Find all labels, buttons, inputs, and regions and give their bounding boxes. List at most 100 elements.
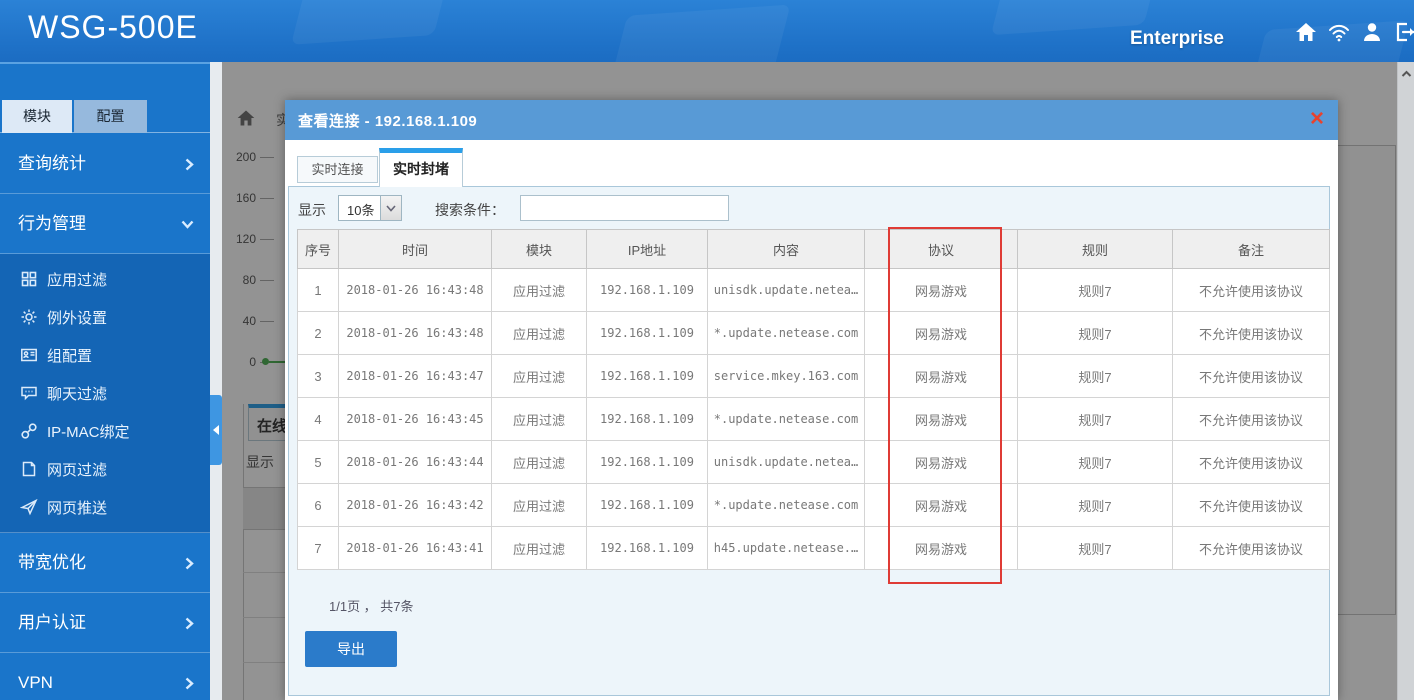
table-cell: 2018-01-26 16:43:48: [339, 312, 492, 355]
sidebar-item-bandwidth[interactable]: 带宽优化: [0, 533, 210, 593]
subitem-label: 组配置: [47, 345, 92, 366]
wsg-500e-app: WSG-500E Enterprise 模块 配置: [0, 0, 1414, 700]
tab-realtime-blocks[interactable]: 实时封堵: [379, 148, 463, 187]
sidebar-item-vpn[interactable]: VPN: [0, 653, 210, 700]
dialog-title: 查看连接 - 192.168.1.109: [298, 110, 477, 131]
table-row: 12018-01-26 16:43:48应用过滤192.168.1.109uni…: [298, 269, 1330, 312]
sidebar-menu: 查询统计 行为管理 应用过滤例外设置组配置聊天过滤 IP-MAC绑定网页过滤网页推…: [0, 134, 210, 700]
table-row: 62018-01-26 16:43:42应用过滤192.168.1.109*.u…: [298, 484, 1330, 527]
table-cell: 2018-01-26 16:43:44: [339, 441, 492, 484]
subitem-label: 应用过滤: [47, 269, 107, 290]
home-icon[interactable]: [1294, 20, 1318, 44]
top-header: WSG-500E Enterprise: [0, 0, 1414, 62]
sidebar-item-query-stats[interactable]: 查询统计: [0, 134, 210, 194]
sidebar-subitem[interactable]: 例外设置: [0, 298, 210, 336]
chat-icon: [20, 384, 38, 402]
gear-icon: [20, 308, 38, 326]
sidebar-item-behavior-mgmt[interactable]: 行为管理: [0, 194, 210, 254]
blocked-connections-table: 序号时间模块IP地址内容协议规则备注 12018-01-26 16:43:48应…: [297, 229, 1330, 570]
table-cell: 网易游戏: [865, 269, 1018, 312]
column-header-序号: 序号: [298, 230, 339, 269]
subitem-label: 网页推送: [47, 497, 107, 518]
keyboard-pattern: [291, 0, 449, 45]
table-cell: 2018-01-26 16:43:42: [339, 484, 492, 527]
sidebar-subitem[interactable]: 应用过滤: [0, 260, 210, 298]
table-row: 42018-01-26 16:43:45应用过滤192.168.1.109*.u…: [298, 398, 1330, 441]
sidebar-subitem[interactable]: 聊天过滤: [0, 374, 210, 412]
subitem-label: 聊天过滤: [47, 383, 107, 404]
close-icon[interactable]: ×: [1310, 105, 1324, 133]
table-cell: 不允许使用该协议: [1173, 398, 1330, 441]
table-cell: 2018-01-26 16:43:48: [339, 269, 492, 312]
table-cell: 应用过滤: [492, 355, 587, 398]
dialog-titlebar[interactable]: 查看连接 - 192.168.1.109 ×: [285, 100, 1338, 140]
column-header-协议: 协议: [865, 230, 1018, 269]
dialog-content-box: 显示 10条 搜索条件： 序号时间模块IP地址内容协议规则备注 12018-01…: [288, 186, 1330, 696]
chevron-right-icon: [185, 134, 194, 194]
search-input[interactable]: [520, 195, 729, 221]
table-cell: 应用过滤: [492, 527, 587, 570]
table-cell: 5: [298, 441, 339, 484]
vertical-scrollbar[interactable]: [1397, 62, 1414, 700]
chevron-left-icon: [213, 425, 219, 435]
edition-label: Enterprise: [1130, 28, 1224, 50]
table-cell: 192.168.1.109: [587, 527, 708, 570]
tab-realtime-connections[interactable]: 实时连接: [297, 156, 378, 183]
table-cell: 规则7: [1018, 312, 1173, 355]
table-cell: 规则7: [1018, 398, 1173, 441]
sidebar-item-user-auth[interactable]: 用户认证: [0, 593, 210, 653]
group-label: 行为管理: [18, 214, 86, 233]
chevron-right-icon: [185, 653, 194, 700]
table-cell: 规则7: [1018, 484, 1173, 527]
table-row: 32018-01-26 16:43:47应用过滤192.168.1.109ser…: [298, 355, 1330, 398]
table-cell: 规则7: [1018, 269, 1173, 312]
table-cell: *.update.netease.com: [708, 398, 865, 441]
chevron-right-icon: [185, 533, 194, 593]
chevron-down-icon: [181, 194, 194, 254]
table-cell: h45.update.netease.…: [708, 527, 865, 570]
table-cell: 4: [298, 398, 339, 441]
group-label: 用户认证: [18, 613, 86, 632]
table-cell: 不允许使用该协议: [1173, 527, 1330, 570]
table-cell: 规则7: [1018, 441, 1173, 484]
show-label: 显示: [298, 200, 326, 220]
search-label: 搜索条件：: [435, 200, 505, 220]
table-cell: 应用过滤: [492, 312, 587, 355]
column-header-时间: 时间: [339, 230, 492, 269]
wifi-icon[interactable]: [1327, 20, 1351, 44]
table-cell: 192.168.1.109: [587, 312, 708, 355]
subitem-label: 网页过滤: [47, 459, 107, 480]
sidebar-collapse-handle[interactable]: [210, 395, 222, 465]
table-cell: 网易游戏: [865, 312, 1018, 355]
sidebar-subitem[interactable]: IP-MAC绑定: [0, 412, 210, 450]
sidebar-subitem[interactable]: 组配置: [0, 336, 210, 374]
column-header-模块: 模块: [492, 230, 587, 269]
sidebar-tab-module[interactable]: 模块: [2, 100, 72, 133]
column-header-备注: 备注: [1173, 230, 1330, 269]
page-size-select[interactable]: 10条: [338, 195, 402, 221]
table-cell: 网易游戏: [865, 527, 1018, 570]
user-icon[interactable]: [1360, 20, 1384, 44]
table-cell: *.update.netease.com: [708, 484, 865, 527]
table-cell: 网易游戏: [865, 484, 1018, 527]
view-connection-dialog: 查看连接 - 192.168.1.109 × 实时连接 实时封堵 显示 10条 …: [285, 100, 1338, 700]
column-header-规则: 规则: [1018, 230, 1173, 269]
export-button[interactable]: 导出: [305, 631, 397, 667]
sidebar-subitem[interactable]: 网页过滤: [0, 450, 210, 488]
table-cell: 2: [298, 312, 339, 355]
pagination-status: 1/1页 ， 共7条: [329, 596, 414, 615]
logout-icon[interactable]: [1393, 20, 1414, 44]
sidebar-tab-config[interactable]: 配置: [74, 100, 147, 133]
table-cell: 不允许使用该协议: [1173, 312, 1330, 355]
table-row: 22018-01-26 16:43:48应用过滤192.168.1.109*.u…: [298, 312, 1330, 355]
table-cell: 3: [298, 355, 339, 398]
table-cell: 6: [298, 484, 339, 527]
table-cell: 不允许使用该协议: [1173, 269, 1330, 312]
table-cell: 网易游戏: [865, 355, 1018, 398]
column-header-IP地址: IP地址: [587, 230, 708, 269]
link-icon: [20, 422, 38, 440]
table-cell: 192.168.1.109: [587, 398, 708, 441]
sidebar-subitem[interactable]: 网页推送: [0, 488, 210, 526]
header-icon-bar: [1294, 20, 1414, 44]
table-cell: 应用过滤: [492, 441, 587, 484]
